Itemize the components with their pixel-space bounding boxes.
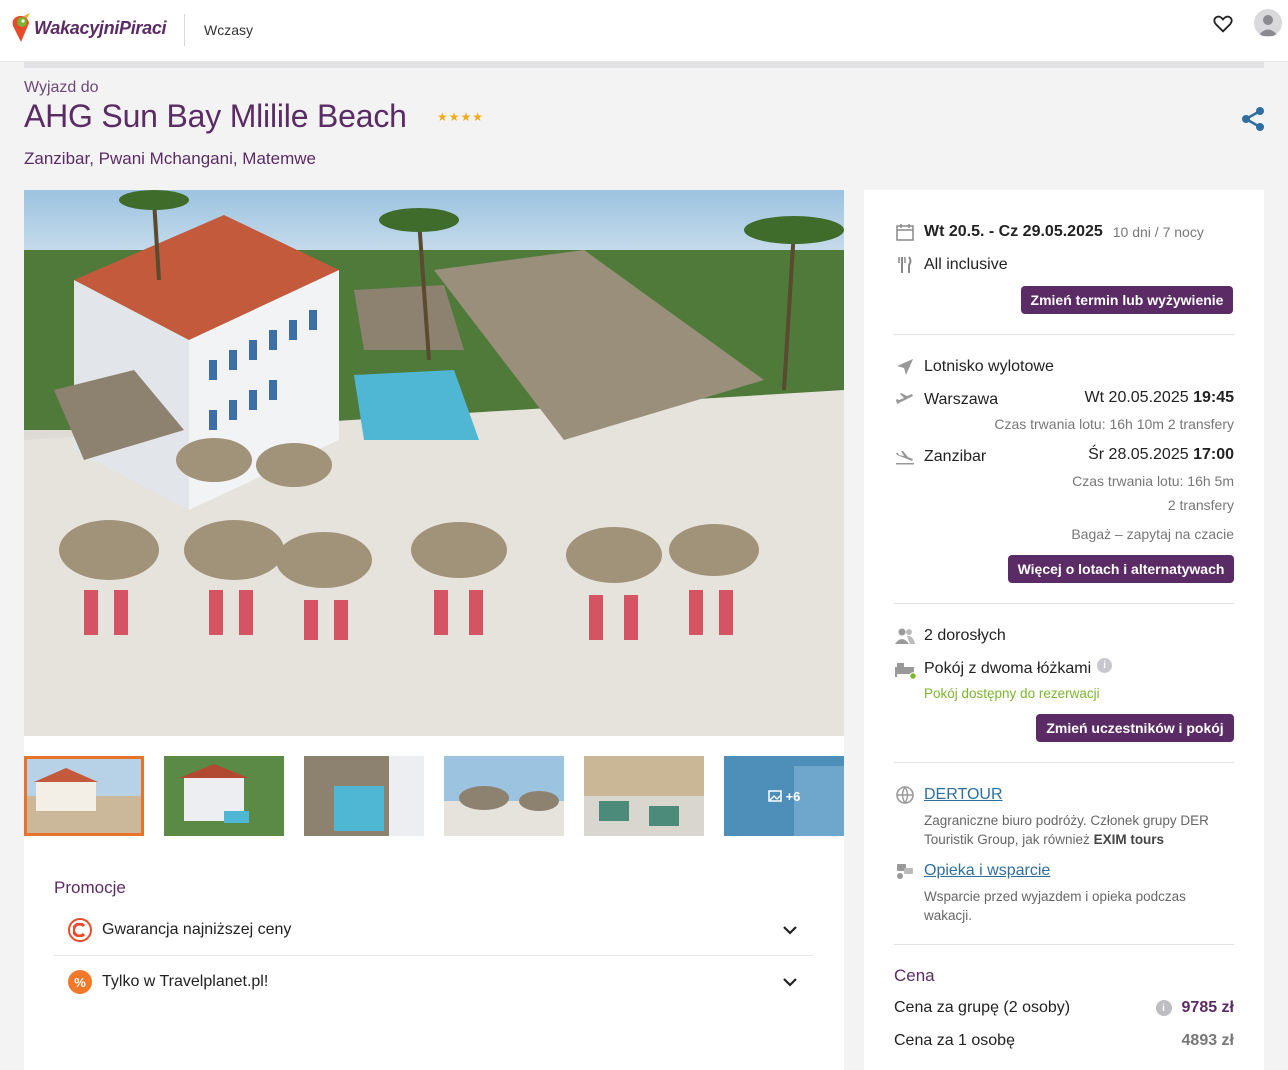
people-icon: [894, 625, 916, 647]
divider: [894, 603, 1234, 604]
board-type: All inclusive: [924, 256, 1008, 273]
airport-label: Lotnisko wylotowe: [924, 358, 1054, 375]
user-avatar-icon[interactable]: [1254, 9, 1282, 37]
heart-icon[interactable]: [1212, 13, 1234, 35]
more-photos-count: +6: [785, 788, 801, 804]
baggage-info: Bagaż – zapytaj na czacie: [1071, 526, 1234, 542]
more-flights-button[interactable]: Więcej o lotach i alternatywach: [1008, 555, 1234, 583]
change-room-button[interactable]: Zmień uczestników i pokój: [1036, 714, 1234, 742]
price-title: Cena: [894, 966, 935, 985]
header-shadow-strip: [24, 62, 1264, 68]
promotion-label: Gwarancja najniższej ceny: [102, 920, 292, 938]
room-availability: Pokój dostępny do rezerwacji: [924, 686, 1100, 701]
inbound-time: 17:00: [1193, 446, 1234, 463]
price-guarantee-icon: [68, 917, 92, 942]
chevron-down-icon[interactable]: [780, 920, 800, 940]
promotions-title: Promocje: [54, 878, 126, 897]
divider: [894, 944, 1234, 945]
booking-panel: Wt 20.5. - Cz 29.05.2025 10 dni / 7 nocy…: [864, 190, 1264, 1070]
promotion-item-lowest-price[interactable]: Gwarancja najniższej ceny: [54, 904, 814, 956]
percent-badge-icon: %: [68, 970, 92, 994]
hotel-photo-illustration: [24, 190, 844, 736]
globe-icon: [894, 784, 916, 806]
change-term-button[interactable]: Zmień termin lub wyżywienie: [1021, 286, 1233, 314]
top-bar: WakacyjniPiraci Wczasy: [0, 0, 1288, 62]
support-icon: [894, 860, 916, 882]
hotel-location: Zanzibar, Pwani Mchangani, Matemwe: [24, 149, 316, 168]
operator-description: Zagraniczne biuro podróży. Członek grupy…: [924, 813, 1209, 847]
travel-dates: Wt 20.5. - Cz 29.05.2025: [924, 223, 1103, 240]
travel-duration: 10 dni / 7 nocy: [1112, 224, 1204, 240]
site-logo[interactable]: WakacyjniPiraci: [10, 8, 167, 48]
share-icon[interactable]: [1240, 106, 1266, 132]
photo-thumbnails: +6: [24, 756, 844, 836]
promotion-label: Tylko w Travelplanet.pl!: [102, 973, 269, 990]
group-price-label: Cena za grupę (2 osoby): [894, 999, 1071, 1016]
outbound-flight-info: Czas trwania lotu: 16h 10m 2 transfery: [994, 416, 1234, 432]
hotel-main-photo[interactable]: [24, 190, 844, 736]
travellers-count: 2 dorosłych: [924, 627, 1006, 644]
divider: [894, 334, 1234, 335]
plane-arrival-icon: [894, 446, 916, 468]
hotel-stars: ★★★★: [437, 110, 485, 124]
navigation-arrow-icon: [894, 356, 916, 378]
thumbnail-5[interactable]: [584, 756, 704, 836]
room-type: Pokój z dwoma łóżkami: [924, 660, 1092, 677]
per-person-price-value: 4893 zł: [1181, 1032, 1234, 1049]
hotel-name: AHG Sun Bay Mlilile Beach: [24, 98, 407, 134]
chevron-down-icon[interactable]: [780, 972, 800, 992]
divider: [894, 762, 1234, 763]
info-icon[interactable]: i: [1155, 1000, 1172, 1016]
operator-link[interactable]: DERTOUR: [924, 786, 1003, 804]
bed-icon: [894, 658, 916, 680]
nav-link-wczasy[interactable]: Wczasy: [204, 22, 253, 38]
inbound-transfers: 2 transfery: [1167, 497, 1234, 513]
outbound-city: Warszawa: [924, 391, 999, 408]
thumbnail-1[interactable]: [24, 756, 144, 836]
main-content: +6 Promocje Gwarancja najniższej ceny % …: [24, 190, 844, 1070]
plane-departure-icon: [894, 389, 916, 411]
calendar-icon: [894, 221, 916, 243]
cutlery-icon: [894, 254, 916, 276]
parrot-logo-icon: [12, 13, 30, 42]
gallery-icon: [767, 790, 782, 802]
header-divider: [184, 14, 185, 46]
inbound-city: Zanzibar: [924, 448, 987, 465]
logo-text: WakacyjniPiraci: [34, 17, 167, 38]
outbound-time: 19:45: [1193, 389, 1234, 406]
thumbnail-3[interactable]: [304, 756, 424, 836]
trip-to-label: Wyjazd do: [24, 79, 99, 96]
support-link[interactable]: Opieka i wsparcie: [924, 862, 1050, 880]
thumbnail-2[interactable]: [164, 756, 284, 836]
thumbnail-4[interactable]: [444, 756, 564, 836]
per-person-price-label: Cena za 1 osobę: [894, 1032, 1015, 1049]
thumbnail-more[interactable]: +6: [724, 756, 844, 836]
support-description: Wsparcie przed wyjazdem i opieka podczas…: [924, 889, 1186, 923]
inbound-date: Śr 28.05.2025: [1088, 446, 1189, 463]
outbound-date: Wt 20.05.2025: [1084, 389, 1189, 406]
inbound-flight-info: Czas trwania lotu: 16h 5m: [1072, 473, 1234, 489]
promotion-item-exclusive[interactable]: % Tylko w Travelplanet.pl!: [54, 956, 814, 1008]
info-icon[interactable]: i: [1097, 657, 1113, 673]
group-price-value: 9785 zł: [1181, 999, 1234, 1016]
